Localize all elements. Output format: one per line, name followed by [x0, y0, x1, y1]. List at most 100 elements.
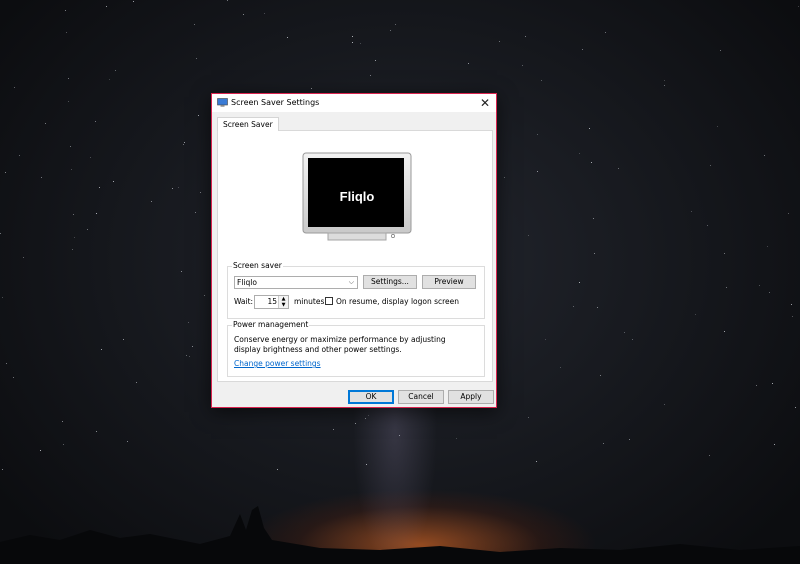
screen-saver-app-icon — [217, 98, 228, 107]
window-title: Screen Saver Settings — [231, 98, 320, 107]
power-management-group: Power management Conserve energy or maxi… — [227, 320, 485, 377]
star — [366, 464, 367, 465]
star — [106, 6, 107, 7]
star — [115, 70, 116, 71]
star — [13, 377, 14, 378]
star — [717, 126, 718, 127]
monitor-preview: Fliqlo — [302, 152, 412, 243]
star — [68, 78, 69, 79]
star — [2, 297, 3, 298]
star — [204, 295, 205, 296]
star — [528, 235, 529, 236]
star — [456, 438, 457, 439]
mountain-silhouette — [0, 506, 800, 564]
star — [14, 87, 15, 88]
star — [200, 192, 201, 193]
star — [178, 187, 179, 188]
spin-down-icon[interactable]: ▼ — [278, 302, 288, 308]
star — [189, 356, 190, 357]
star — [41, 177, 42, 178]
star — [151, 201, 152, 202]
star — [196, 58, 197, 59]
star — [127, 441, 128, 442]
chevron-down-icon: ⌵ — [348, 278, 354, 286]
star — [186, 355, 187, 356]
screen-saver-select[interactable]: Fliqlo ⌵ — [234, 276, 358, 289]
star — [395, 24, 396, 25]
screen-saver-select-value: Fliqlo — [237, 278, 257, 287]
star — [63, 444, 64, 445]
wait-minutes-stepper[interactable]: 15 ▲ ▼ — [254, 295, 289, 309]
star — [710, 165, 711, 166]
star — [759, 285, 760, 286]
star — [109, 79, 110, 80]
star — [311, 88, 312, 89]
star — [629, 439, 630, 440]
star — [522, 65, 523, 66]
apply-button[interactable]: Apply — [448, 390, 494, 404]
star — [664, 404, 665, 405]
wait-minutes-value[interactable]: 15 — [267, 297, 277, 306]
star — [360, 43, 361, 44]
star — [183, 144, 184, 145]
star — [594, 253, 595, 254]
star — [287, 37, 288, 38]
star — [365, 418, 366, 419]
star — [772, 383, 773, 384]
preview-text: Fliqlo — [339, 189, 375, 204]
resume-logon-checkbox[interactable] — [325, 297, 333, 305]
star — [243, 14, 244, 15]
star — [537, 171, 538, 172]
star — [368, 415, 369, 416]
preview-button[interactable]: Preview — [422, 275, 476, 289]
resume-logon-label[interactable]: On resume, display logon screen — [336, 297, 459, 306]
star — [73, 214, 74, 215]
settings-button[interactable]: Settings... — [363, 275, 417, 289]
star — [600, 375, 601, 376]
star — [726, 287, 727, 288]
star — [791, 304, 792, 305]
star — [709, 455, 710, 456]
screen-saver-group: Screen saver Fliqlo ⌵ Settings... Previe… — [227, 261, 485, 319]
ok-button[interactable]: OK — [348, 390, 394, 404]
star — [707, 225, 708, 226]
star — [504, 177, 505, 178]
star — [19, 155, 20, 156]
star — [618, 168, 619, 169]
title-bar[interactable]: Screen Saver Settings ✕ — [212, 94, 496, 112]
star — [95, 121, 96, 122]
minutes-label: minutes — [294, 297, 325, 306]
star — [6, 363, 7, 364]
star — [65, 10, 66, 11]
tab-screen-saver[interactable]: Screen Saver — [217, 117, 279, 131]
close-button[interactable]: ✕ — [474, 94, 496, 112]
power-management-description: Conserve energy or maximize performance … — [234, 335, 446, 354]
star — [184, 142, 185, 143]
star — [87, 229, 88, 230]
star — [70, 146, 71, 147]
star — [227, 0, 228, 1]
star — [195, 212, 196, 213]
star — [352, 36, 353, 37]
star — [101, 349, 102, 350]
star — [71, 169, 72, 170]
star — [192, 346, 193, 347]
change-power-settings-link[interactable]: Change power settings — [234, 359, 321, 368]
star — [603, 443, 604, 444]
star — [194, 24, 195, 25]
star — [23, 257, 24, 258]
star — [537, 134, 538, 135]
cancel-button[interactable]: Cancel — [398, 390, 444, 404]
tab-panel: Fliqlo Screen saver Fliqlo ⌵ Settings...… — [217, 130, 493, 382]
group-label-power-management: Power management — [232, 320, 310, 329]
star — [0, 233, 1, 234]
star — [181, 271, 182, 272]
star — [774, 444, 775, 445]
star — [769, 292, 770, 293]
star — [375, 60, 376, 61]
star — [720, 50, 721, 51]
star — [560, 367, 561, 368]
star — [370, 75, 371, 76]
star — [399, 435, 400, 436]
star — [74, 237, 75, 238]
